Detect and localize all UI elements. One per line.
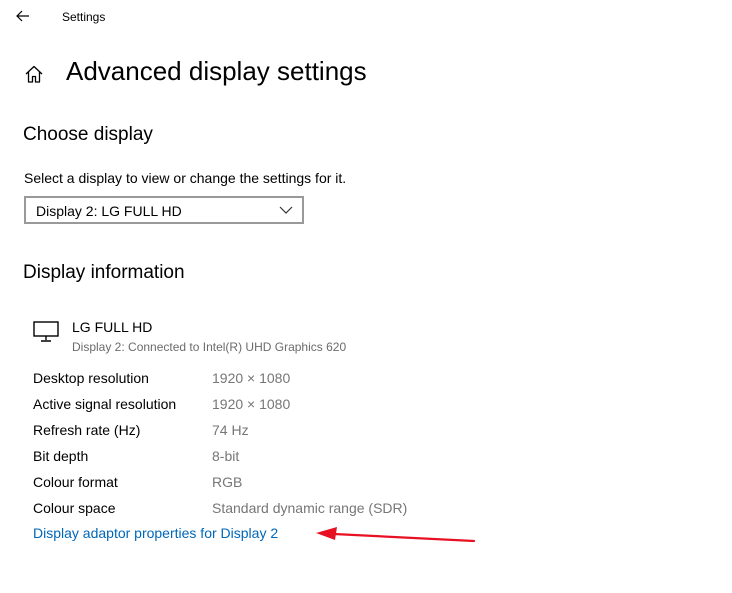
monitor-connection: Display 2: Connected to Intel(R) UHD Gra… [72,340,347,354]
page-title: Advanced display settings [66,56,367,86]
display-info-list: Desktop resolution 1920 × 1080 Active si… [33,368,453,524]
info-value: 1920 × 1080 [212,370,291,386]
app-title: Settings [62,10,106,24]
display-adaptor-properties-link[interactable]: Display adaptor properties for Display 2 [33,525,278,541]
display-select-value: Display 2: LG FULL HD [36,203,182,219]
info-row-colour-space: Colour space Standard dynamic range (SDR… [33,498,453,524]
info-row-bit-depth: Bit depth 8-bit [33,446,453,472]
choose-display-description: Select a display to view or change the s… [24,170,347,186]
info-label: Bit depth [33,448,89,464]
info-value: 74 Hz [212,422,249,438]
annotation-arrow-icon [316,527,476,543]
choose-display-heading: Choose display [23,124,153,145]
info-value: Standard dynamic range (SDR) [212,500,408,516]
back-button[interactable] [10,4,36,28]
info-value: 8-bit [212,448,240,464]
info-label: Refresh rate (Hz) [33,422,141,438]
info-value: 1920 × 1080 [212,396,291,412]
home-icon [25,65,43,83]
monitor-name: LG FULL HD [72,319,153,335]
info-row-active-signal-resolution: Active signal resolution 1920 × 1080 [33,394,453,420]
chevron-down-icon [279,206,293,214]
back-arrow-icon [16,10,29,22]
info-row-desktop-resolution: Desktop resolution 1920 × 1080 [33,368,453,394]
display-information-heading: Display information [23,262,185,283]
info-label: Colour space [33,500,116,516]
info-label: Colour format [33,474,118,490]
info-value: RGB [212,474,243,490]
info-row-refresh-rate: Refresh rate (Hz) 74 Hz [33,420,453,446]
home-button[interactable] [22,62,46,86]
info-label: Active signal resolution [33,396,177,412]
info-row-colour-format: Colour format RGB [33,472,453,498]
display-select-dropdown[interactable]: Display 2: LG FULL HD [24,196,304,224]
title-bar: Settings [0,0,732,34]
monitor-icon [33,321,59,342]
info-label: Desktop resolution [33,370,149,386]
